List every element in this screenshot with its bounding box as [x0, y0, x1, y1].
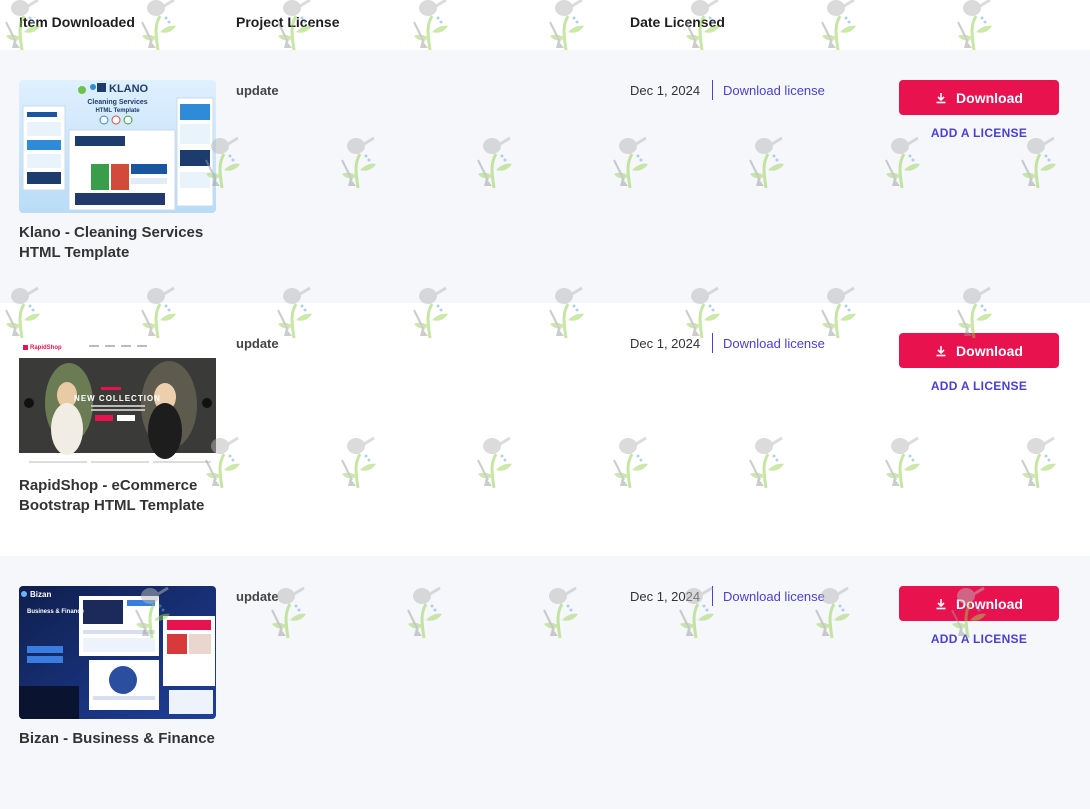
item-thumbnail[interactable]: Bizan Business & Finance [19, 586, 216, 719]
download-button[interactable]: Download [899, 586, 1059, 621]
item-thumbnail[interactable]: KLANO Cleaning Services HTML Template [19, 80, 216, 213]
thumbnail-heading: Cleaning Services [87, 99, 148, 106]
download-button[interactable]: Download [899, 333, 1059, 368]
item-title[interactable]: Bizan - Business & Finance [19, 729, 219, 749]
thumbnail-brand: RapidShop [30, 345, 62, 351]
thumbnail-brand: KLANO [109, 83, 149, 95]
download-icon [936, 598, 946, 609]
table-header: Item Downloaded Project License Date Lic… [0, 0, 1090, 50]
download-button-label: Download [956, 89, 1023, 106]
project-license: update [236, 589, 279, 604]
divider [712, 80, 713, 100]
table-row: KLANO Cleaning Services HTML Template Kl… [0, 50, 1090, 303]
table-row: Bizan Business & Finance Bizan - Busines… [0, 556, 1090, 809]
thumbnail-brand: Bizan [30, 590, 52, 599]
date-licensed: Dec 1, 2024 [630, 83, 701, 98]
thumbnail-heading: Business & Finance [27, 609, 85, 615]
item-thumbnail[interactable]: RapidShop NEW COLLECTION [19, 333, 216, 466]
item-title[interactable]: RapidShop - eCommerce Bootstrap HTML Tem… [19, 476, 219, 516]
column-header-item-downloaded: Item Downloaded [19, 14, 135, 30]
download-icon [936, 92, 946, 103]
divider [712, 586, 713, 606]
download-button-label: Download [956, 595, 1023, 612]
download-license-link[interactable]: Download license [723, 589, 825, 604]
divider [712, 333, 713, 353]
item-title[interactable]: Klano - Cleaning Services HTML Template [19, 223, 219, 263]
download-license-link[interactable]: Download license [723, 336, 825, 351]
thumbnail-heading: NEW COLLECTION [74, 394, 161, 403]
date-licensed: Dec 1, 2024 [630, 589, 701, 604]
project-license: update [236, 336, 279, 351]
project-license: update [236, 83, 279, 98]
add-a-license-link[interactable]: ADD A LICENSE [899, 632, 1059, 646]
table-row: RapidShop NEW COLLECTION RapidShop - eCo… [0, 303, 1090, 556]
date-licensed: Dec 1, 2024 [630, 336, 701, 351]
add-a-license-link[interactable]: ADD A LICENSE [899, 379, 1059, 393]
thumbnail-subheading: HTML Template [95, 108, 140, 114]
column-header-date-licensed: Date Licensed [630, 14, 725, 30]
download-icon [936, 345, 946, 356]
download-button-label: Download [956, 342, 1023, 359]
download-license-link[interactable]: Download license [723, 83, 825, 98]
add-a-license-link[interactable]: ADD A LICENSE [899, 126, 1059, 140]
column-header-project-license: Project License [236, 14, 340, 30]
download-button[interactable]: Download [899, 80, 1059, 115]
